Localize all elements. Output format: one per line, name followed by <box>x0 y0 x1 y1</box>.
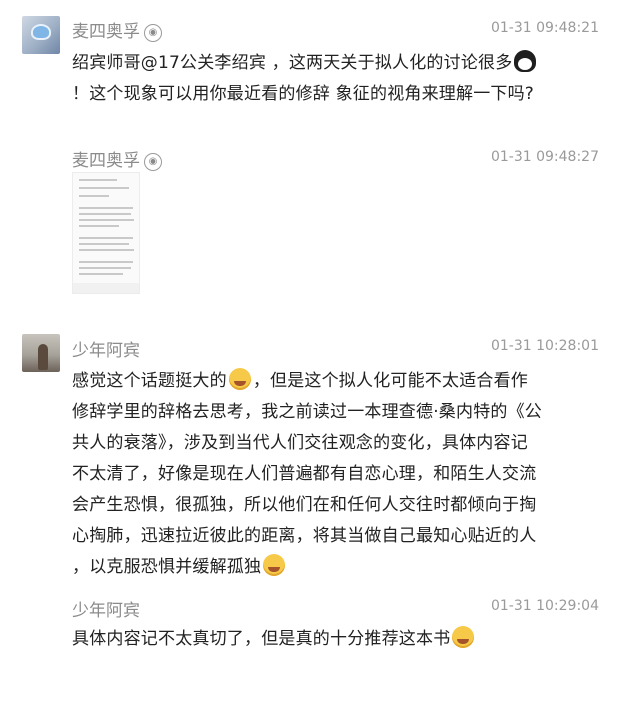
sender-name-text: 麦四奥孚 <box>72 22 140 42</box>
laughing-emoji-icon <box>228 368 251 390</box>
message-line: 共人的衰落》，涉及到当代人们交往观念的变化，具体内容记 <box>72 433 528 453</box>
message-line: 感觉这个话题挺大的 ，但是这个拟人化可能不太适合看作 <box>72 366 562 397</box>
message-text: 绍宾师哥@17公关李绍宾 ，这两天关于拟人化的讨论很多 ！这个现象可以用你最近看… <box>72 48 562 110</box>
sender-name[interactable]: 少年阿宾 <box>72 336 140 361</box>
monkey-badge-icon: ◉ <box>144 24 162 42</box>
message-text: 具体内容记不太真切了，但是真的十分推荐这本书 <box>72 624 562 655</box>
message-line: 心掏肺，迅速拉近彼此的距离，将其当做自己最知心贴近的人 <box>72 526 537 546</box>
sender-name-text: 麦四奥孚 <box>72 151 140 171</box>
monkey-badge-icon: ◉ <box>144 153 162 171</box>
image-attachment-thumbnail[interactable] <box>72 172 140 294</box>
sender-name[interactable]: 麦四奥孚 ◉ <box>72 146 162 171</box>
avatar[interactable] <box>22 334 60 372</box>
message-line: 具体内容记不太真切了，但是真的十分推荐这本书 <box>72 624 562 655</box>
message-line: 会产生恐惧，很孤独，所以他们在和任何人交往时都倾向于掏 <box>72 495 537 515</box>
message-line: ！这个现象可以用你最近看的修辞 象征的视角来理解一下吗? <box>72 84 535 104</box>
message-timestamp: 01-31 09:48:27 <box>490 149 599 165</box>
laughing-tears-emoji-icon <box>263 554 286 576</box>
message-line: 不太清了，好像是现在人们普遍都有自恋心理，和陌生人交流 <box>72 464 537 484</box>
avatar[interactable] <box>22 16 60 54</box>
laughing-emoji-icon <box>452 626 475 648</box>
message-line: 修辞学里的辞格去思考，我之前读过一本理查德·桑内特的《公 <box>72 402 543 422</box>
message-line: 绍宾师哥@17公关李绍宾 ，这两天关于拟人化的讨论很多 <box>72 53 513 73</box>
message-timestamp: 01-31 10:28:01 <box>490 338 599 354</box>
message-text: 感觉这个话题挺大的 ，但是这个拟人化可能不太适合看作 修辞学里的辞格去思考，我之前… <box>72 366 562 583</box>
penguin-emoji-icon <box>514 50 537 72</box>
sender-name[interactable]: 少年阿宾 <box>72 596 140 621</box>
message-timestamp: 01-31 10:29:04 <box>490 598 599 614</box>
message-timestamp: 01-31 09:48:21 <box>490 20 599 36</box>
sender-name[interactable]: 麦四奥孚 ◉ <box>72 17 162 42</box>
message-line: ，以克服恐惧并缓解孤独 <box>72 552 562 583</box>
